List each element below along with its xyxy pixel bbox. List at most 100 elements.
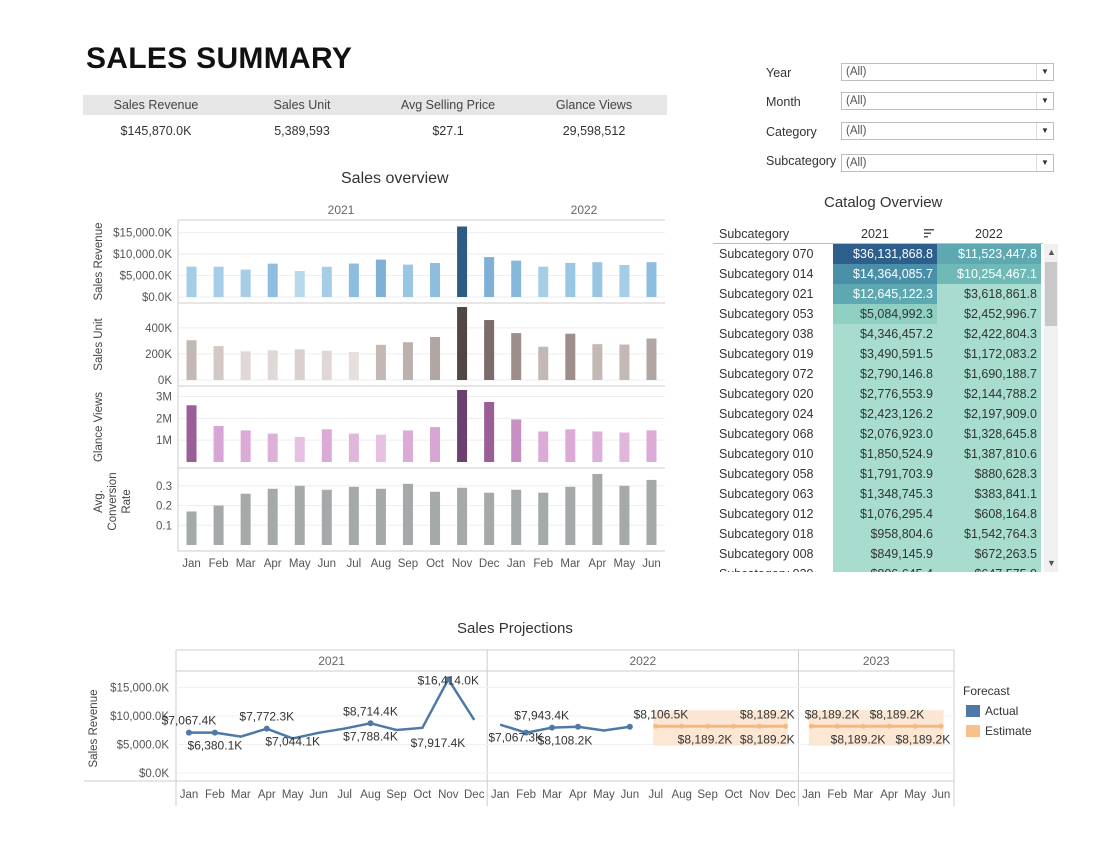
catalog-col-2022[interactable]: 2022 bbox=[975, 227, 1003, 241]
scrollbar-thumb[interactable] bbox=[1045, 262, 1057, 326]
data-label: $7,044.1K bbox=[265, 735, 320, 749]
sort-icon[interactable] bbox=[922, 226, 936, 240]
bar bbox=[186, 405, 197, 462]
catalog-cell-2022: $1,690,188.7 bbox=[937, 364, 1041, 384]
data-label: $8,189.2K bbox=[870, 707, 925, 721]
catalog-row-name: Subcategory 038 bbox=[719, 327, 814, 341]
x-tick-label: Sep bbox=[398, 558, 418, 570]
x-tick-label: Jul bbox=[347, 558, 362, 570]
catalog-row[interactable]: Subcategory 038 $4,346,457.2 $2,422,804.3 bbox=[713, 324, 1045, 344]
estimate-point bbox=[653, 723, 659, 729]
kpi-value-sales-unit: 5,389,593 bbox=[274, 124, 330, 138]
catalog-row[interactable]: Subcategory 053 $5,084,992.3 $2,452,996.7 bbox=[713, 304, 1045, 324]
dropdown-arrow-icon[interactable]: ▼ bbox=[1036, 155, 1053, 171]
dropdown-arrow-icon[interactable]: ▼ bbox=[1036, 123, 1053, 139]
year-header-2022: 2022 bbox=[629, 654, 656, 668]
x-tick-label: Feb bbox=[205, 789, 225, 801]
bar bbox=[430, 336, 441, 380]
x-tick-label: Nov bbox=[452, 558, 473, 570]
bar bbox=[294, 271, 305, 297]
catalog-row-name: Subcategory 012 bbox=[719, 507, 814, 521]
catalog-row[interactable]: Subcategory 020 $2,776,553.9 $2,144,788.2 bbox=[713, 384, 1045, 404]
estimate-point bbox=[731, 723, 737, 729]
catalog-value-2021: $849,145.9 bbox=[870, 547, 933, 561]
catalog-row-name: Subcategory 072 bbox=[719, 367, 814, 381]
bar bbox=[213, 346, 224, 380]
y-tick-label: 0K bbox=[158, 375, 172, 387]
bar bbox=[321, 350, 332, 380]
bar bbox=[186, 266, 197, 297]
catalog-row[interactable]: Subcategory 010 $1,850,524.9 $1,387,810.6 bbox=[713, 444, 1045, 464]
catalog-row[interactable]: Subcategory 072 $2,790,146.8 $1,690,188.7 bbox=[713, 364, 1045, 384]
filter-year-select[interactable]: (All) ▼ bbox=[841, 63, 1054, 81]
x-tick-label: Feb bbox=[827, 789, 847, 801]
catalog-cell-2022: $2,144,788.2 bbox=[937, 384, 1041, 404]
bar bbox=[240, 269, 251, 297]
bar bbox=[646, 338, 657, 380]
scroll-up-icon[interactable]: ▲ bbox=[1047, 247, 1056, 257]
catalog-row[interactable]: Subcategory 012 $1,076,295.4 $608,164.8 bbox=[713, 504, 1045, 524]
catalog-value-2022: $1,542,764.3 bbox=[964, 527, 1037, 541]
estimate-point bbox=[679, 723, 685, 729]
catalog-row[interactable]: Subcategory 019 $3,490,591.5 $1,172,083.2 bbox=[713, 344, 1045, 364]
bar bbox=[402, 264, 413, 297]
catalog-row[interactable]: Subcategory 063 $1,348,745.3 $383,841.1 bbox=[713, 484, 1045, 504]
bar bbox=[538, 346, 549, 380]
catalog-value-2022: $880,628.3 bbox=[974, 467, 1037, 481]
filter-month-select[interactable]: (All) ▼ bbox=[841, 92, 1054, 110]
catalog-row[interactable]: Subcategory 039 $806,645.4 $647,575.0 bbox=[713, 564, 1045, 572]
bar bbox=[484, 320, 495, 380]
y-axis-label: Conversion bbox=[107, 472, 119, 530]
bar bbox=[213, 505, 224, 545]
bar bbox=[430, 491, 441, 545]
catalog-row[interactable]: Subcategory 014 $14,364,085.7 $10,254,467.… bbox=[713, 264, 1045, 284]
data-label: $6,380.1K bbox=[188, 739, 243, 753]
x-tick-label: Oct bbox=[426, 558, 445, 570]
x-tick-label: May bbox=[282, 789, 304, 801]
x-tick-label: Jul bbox=[337, 789, 352, 801]
y-tick-label: 0.2 bbox=[156, 501, 172, 513]
catalog-value-2021: $1,791,703.9 bbox=[860, 467, 933, 481]
dropdown-arrow-icon[interactable]: ▼ bbox=[1036, 93, 1053, 109]
filter-category-select[interactable]: (All) ▼ bbox=[841, 122, 1054, 140]
filter-label-category: Category bbox=[766, 125, 817, 139]
catalog-col-2021[interactable]: 2021 bbox=[861, 227, 889, 241]
x-tick-label: Mar bbox=[236, 558, 256, 570]
catalog-cell-2022: $383,841.1 bbox=[937, 484, 1041, 504]
y-tick-label: $15,000.0K bbox=[110, 682, 169, 694]
bar bbox=[267, 433, 278, 462]
catalog-row[interactable]: Subcategory 068 $2,076,923.0 $1,328,645.8 bbox=[713, 424, 1045, 444]
catalog-row-name: Subcategory 024 bbox=[719, 407, 814, 421]
estimate-point bbox=[757, 723, 762, 729]
x-tick-label: Nov bbox=[749, 789, 770, 801]
catalog-row[interactable]: Subcategory 070 $36,131,868.8 $11,523,447.… bbox=[713, 244, 1045, 264]
bar bbox=[457, 307, 468, 380]
catalog-row[interactable]: Subcategory 021 $12,645,122.3 $3,618,861.8 bbox=[713, 284, 1045, 304]
filter-label-subcategory: Subcategory bbox=[766, 154, 837, 168]
catalog-row[interactable]: Subcategory 008 $849,145.9 $672,263.5 bbox=[713, 544, 1045, 564]
bar bbox=[565, 333, 576, 380]
catalog-cell-2022: $1,542,764.3 bbox=[937, 524, 1041, 544]
kpi-value-glance-views: 29,598,512 bbox=[562, 124, 626, 138]
catalog-scrollbar[interactable]: ▲ ▼ bbox=[1044, 244, 1058, 572]
x-tick-label: Aug bbox=[371, 558, 391, 570]
catalog-row[interactable]: Subcategory 024 $2,423,126.2 $2,197,909.0 bbox=[713, 404, 1045, 424]
catalog-value-2021: $2,076,923.0 bbox=[860, 427, 933, 441]
estimate-point bbox=[705, 723, 711, 729]
catalog-cell-2021: $2,423,126.2 bbox=[833, 404, 937, 424]
bar bbox=[186, 340, 197, 380]
x-tick-label: May bbox=[614, 558, 636, 570]
data-label: $7,772.3K bbox=[239, 710, 294, 724]
catalog-row[interactable]: Subcategory 058 $1,791,703.9 $880,628.3 bbox=[713, 464, 1045, 484]
y-axis-label: Sales Revenue bbox=[88, 690, 100, 768]
scroll-down-icon[interactable]: ▼ bbox=[1047, 558, 1056, 568]
dropdown-arrow-icon[interactable]: ▼ bbox=[1036, 64, 1053, 80]
x-tick-label: Jan bbox=[507, 558, 526, 570]
sales-projections-chart: 2021 2022 2023 $15,000.0K $10,000.0K $5,000.0… bbox=[84, 649, 955, 806]
catalog-row[interactable]: Subcategory 018 $958,804.6 $1,542,764.3 bbox=[713, 524, 1045, 544]
x-tick-label: Mar bbox=[853, 789, 873, 801]
bar bbox=[375, 344, 386, 380]
catalog-cell-2021: $5,084,992.3 bbox=[833, 304, 937, 324]
filter-subcategory-select[interactable]: (All) ▼ bbox=[841, 154, 1054, 172]
bar bbox=[213, 266, 224, 297]
